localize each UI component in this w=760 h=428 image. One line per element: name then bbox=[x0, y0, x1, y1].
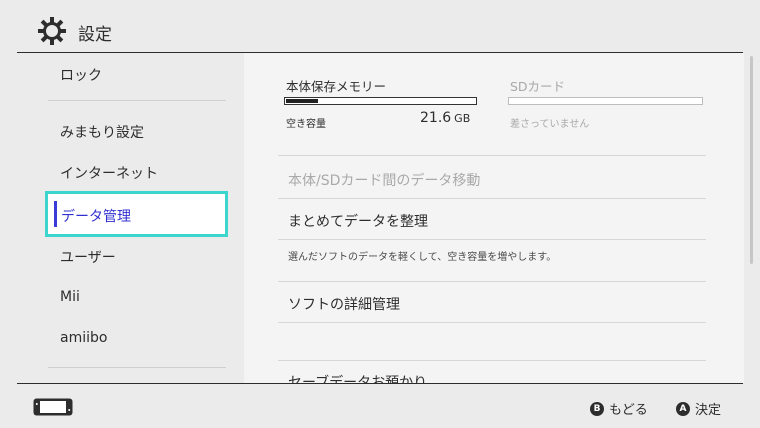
header: 設定 bbox=[0, 0, 760, 52]
confirm-button[interactable]: A 決定 bbox=[676, 399, 721, 418]
confirm-label: 決定 bbox=[695, 403, 722, 418]
page-title: 設定 bbox=[78, 25, 112, 45]
sidebar-item-internet[interactable]: インターネット bbox=[60, 163, 158, 183]
back-button[interactable]: B もどる bbox=[590, 399, 648, 418]
back-label: もどる bbox=[609, 403, 648, 418]
gear-icon bbox=[38, 17, 66, 45]
internal-storage-title: 本体保存メモリー bbox=[286, 79, 387, 94]
software-management-option[interactable]: ソフトの詳細管理 bbox=[288, 294, 400, 314]
row-divider bbox=[278, 198, 706, 199]
console-icon bbox=[33, 398, 73, 416]
free-space-unit: GB bbox=[454, 112, 471, 125]
sidebar-item-users[interactable]: ユーザー bbox=[60, 247, 116, 267]
free-space-number: 21.6 bbox=[420, 110, 452, 126]
move-data-option: 本体/SDカード間のデータ移動 bbox=[288, 173, 481, 189]
sd-card-status: 差さっていません bbox=[510, 119, 590, 130]
sidebar-item-lock[interactable]: ロック bbox=[60, 65, 102, 85]
scrollbar[interactable] bbox=[750, 56, 753, 264]
save-data-cloud-option[interactable]: セーブデータお預かり bbox=[288, 372, 427, 383]
sd-card-bar bbox=[508, 97, 703, 105]
internal-storage-used bbox=[286, 99, 318, 103]
free-space-label: 空き容量 bbox=[286, 119, 326, 130]
a-button-icon: A bbox=[676, 401, 690, 416]
archive-data-option[interactable]: まとめてデータを整理 bbox=[288, 211, 428, 231]
main-content: 本体保存メモリー 空き容量 21.6 GB SDカード 差さっていません 本体/S… bbox=[244, 53, 744, 383]
sd-card-title: SDカード bbox=[510, 79, 566, 94]
selection-indicator bbox=[54, 201, 57, 227]
sidebar-item-amiibo[interactable]: amiibo bbox=[60, 330, 107, 346]
sidebar-item-label: データ管理 bbox=[61, 209, 131, 225]
archive-data-description: 選んだソフトのデータを軽くして、空き容量を増やします。 bbox=[288, 252, 557, 263]
sidebar-item-data-management[interactable]: データ管理 bbox=[45, 191, 228, 237]
sidebar-divider bbox=[48, 367, 226, 368]
sidebar-item-parental-controls[interactable]: みまもり設定 bbox=[60, 122, 144, 142]
internal-storage-bar bbox=[284, 97, 477, 105]
row-divider bbox=[278, 281, 706, 282]
footer: B もどる A 決定 bbox=[0, 384, 760, 428]
sidebar-item-mii[interactable]: Mii bbox=[60, 289, 80, 305]
free-space-value: 21.6 GB bbox=[420, 110, 470, 126]
row-divider bbox=[278, 322, 706, 323]
sidebar-divider bbox=[48, 100, 226, 101]
row-divider bbox=[278, 360, 706, 361]
row-divider bbox=[278, 155, 706, 156]
b-button-icon: B bbox=[590, 401, 604, 416]
row-divider bbox=[278, 239, 706, 240]
